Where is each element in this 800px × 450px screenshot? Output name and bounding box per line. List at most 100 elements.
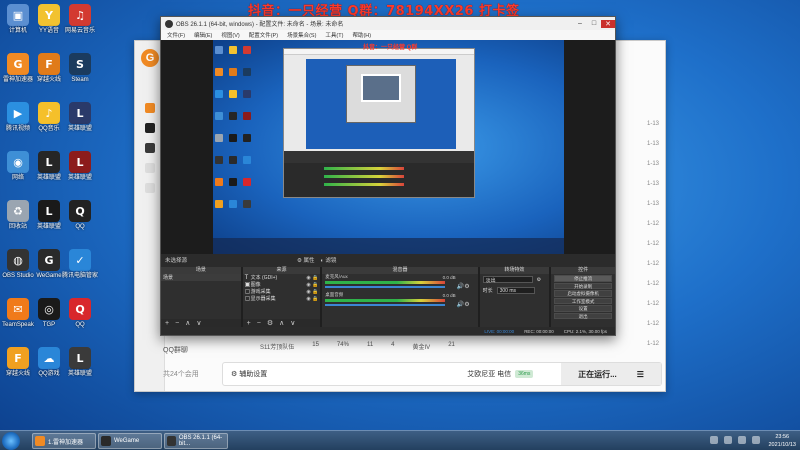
desktop-shortcut[interactable]: Q QQ — [57, 298, 103, 340]
desktop-shortcut[interactable]: ✓ 腾讯电脑管家 — [57, 249, 103, 291]
maximize-button[interactable]: □ — [587, 20, 601, 28]
menu-item[interactable]: 编辑(E) — [194, 31, 212, 39]
nav-item-icon[interactable] — [145, 183, 155, 193]
visibility-lock-icon[interactable]: ◉ 🔒 — [306, 289, 320, 295]
menu-item[interactable]: 工具(T) — [325, 31, 343, 39]
speaker-icon[interactable]: 🔊⚙ — [457, 301, 470, 308]
control-button[interactable]: 停止推流 — [554, 275, 612, 282]
rec-timer: REC: 00:00:00 — [524, 328, 554, 334]
system-tray — [710, 436, 760, 444]
desktop-shortcut[interactable]: L 英雄联盟 — [57, 151, 103, 193]
scenes-title: 场景 — [161, 267, 241, 274]
preview-icon — [215, 46, 223, 54]
shortcut-label: QQ — [75, 224, 85, 230]
volume-slider[interactable] — [325, 304, 446, 306]
nav-game-icon[interactable] — [145, 123, 155, 133]
nav-home-icon[interactable] — [145, 103, 155, 113]
mixer-dock: 混音器 麦克风/Aux 0.0 dB 🔊⚙ 桌面音频 0.0 dB 🔊⚙ — [322, 267, 478, 327]
move-up-button[interactable]: ∧ — [279, 319, 284, 327]
source-item[interactable]: T 文本 (GDI+) ◉ 🔒 — [243, 274, 321, 282]
preview-icon — [229, 156, 237, 164]
clock[interactable]: 23:56 2021/10/13 — [768, 433, 796, 449]
speaker-icon[interactable]: 🔊⚙ — [457, 283, 470, 290]
duration-input[interactable]: 300 ms — [496, 287, 535, 294]
nested-obs-window — [283, 48, 475, 198]
visibility-lock-icon[interactable]: ◉ 🔒 — [306, 282, 320, 288]
history-date: 1-13 — [646, 181, 659, 187]
desktop-shortcut[interactable]: Q QQ — [57, 200, 103, 242]
source-item[interactable]: ▣ 图像 ◉ 🔒 — [243, 281, 321, 289]
preview-icon — [215, 134, 223, 142]
history-date: 1-12 — [646, 281, 659, 287]
menu-icon[interactable]: ☰ — [637, 370, 644, 379]
history-date: 1-12 — [646, 321, 659, 327]
menu-item[interactable]: 场景集合(S) — [287, 31, 316, 39]
transitions-dock: 转场特效 淡出 ⚙ 时长 300 ms — [479, 267, 550, 327]
menu-item[interactable]: 视图(V) — [221, 31, 239, 39]
taskbar-task[interactable]: 1.雷神加速器 — [32, 433, 96, 449]
running-button[interactable]: 正在运行... ☰ — [561, 363, 661, 385]
move-down-button[interactable]: ∨ — [290, 319, 295, 327]
preview-watermark: 抖音：一只经营 Q群 — [363, 45, 418, 51]
mixer-channel: 麦克风/Aux 0.0 dB 🔊⚙ — [322, 274, 477, 292]
history-date: 1-12 — [646, 241, 659, 247]
transition-settings-icon[interactable]: ⚙ — [537, 277, 541, 283]
menu-item[interactable]: 帮助(H) — [352, 31, 371, 39]
visibility-lock-icon[interactable]: ◉ 🔒 — [306, 275, 320, 281]
preview-icon — [243, 90, 251, 98]
move-down-button[interactable]: ∨ — [196, 319, 201, 327]
volume-icon[interactable] — [752, 436, 760, 444]
taskbar-task[interactable]: WeGame — [98, 433, 162, 449]
add-scene-button[interactable]: + — [165, 320, 169, 327]
qq-group-label[interactable]: QQ群聊 — [163, 345, 188, 355]
menu-item[interactable]: 文件(F) — [167, 31, 185, 39]
source-item[interactable]: ▢ 游戏采集 ◉ 🔒 — [243, 288, 321, 296]
controls-list: 停止推流 开始录制 启动虚拟摄像机 工作室模式 设置 退出 — [551, 275, 615, 319]
channel-db: 0.0 dB — [442, 293, 456, 298]
desktop-shortcut[interactable]: S Steam — [57, 53, 103, 95]
tray-icon[interactable] — [724, 436, 732, 444]
network-icon[interactable] — [738, 436, 746, 444]
menu-item[interactable]: 配置文件(P) — [249, 31, 278, 39]
start-button[interactable] — [2, 432, 20, 450]
minimize-button[interactable]: – — [573, 20, 587, 28]
desktop-shortcut[interactable]: L 英雄联盟 — [57, 102, 103, 144]
properties-label: 属性 — [303, 258, 315, 264]
properties-button[interactable]: ⚙ 属性 — [297, 256, 314, 264]
clock-time: 23:56 — [775, 434, 790, 440]
tray-icon[interactable] — [710, 436, 718, 444]
source-item[interactable]: ▢ 显示器采集 ◉ 🔒 — [243, 295, 321, 303]
filters-button[interactable]: ◐ 滤镜 — [321, 256, 337, 264]
scene-item[interactable]: 场景 — [161, 274, 241, 281]
obs-window: OBS 26.1.1 (64-bit, windows) - 配置文件: 未命名… — [160, 16, 616, 336]
move-up-button[interactable]: ∧ — [185, 319, 190, 327]
desktop-shortcut[interactable]: ♫ 网易云音乐 — [57, 4, 103, 46]
assist-settings-link[interactable]: ⚙ 辅助设置 — [231, 369, 267, 379]
taskbar-task[interactable]: OBS 26.1.1 (64-bit... — [164, 433, 228, 449]
preview-icon — [243, 156, 251, 164]
transition-select[interactable]: 淡出 — [482, 276, 533, 284]
control-button[interactable]: 开始录制 — [554, 282, 612, 289]
preview-icon — [215, 200, 223, 208]
control-button[interactable]: 退出 — [554, 312, 612, 319]
visibility-lock-icon[interactable]: ◉ 🔒 — [306, 296, 320, 302]
control-button[interactable]: 启动虚拟摄像机 — [554, 290, 612, 297]
shortcut-label: Steam — [71, 77, 89, 83]
nav-item-icon[interactable] — [145, 163, 155, 173]
obs-preview[interactable]: 抖音：一只经营 Q群 — [161, 40, 615, 254]
shortcut-icon: L — [69, 347, 91, 369]
remove-scene-button[interactable]: − — [175, 320, 179, 327]
source-props-button[interactable]: ⚙ — [267, 319, 273, 327]
control-button[interactable]: 设置 — [554, 305, 612, 312]
preview-canvas[interactable]: 抖音：一只经营 Q群 — [213, 40, 564, 254]
add-source-button[interactable]: + — [247, 320, 251, 327]
history-date: 1-12 — [646, 261, 659, 267]
control-button[interactable]: 工作室模式 — [554, 297, 612, 304]
scene-item-label: 场景 — [163, 275, 174, 281]
preview-icon — [229, 68, 237, 76]
nav-lol-icon[interactable] — [145, 143, 155, 153]
desktop-shortcut[interactable]: L 英雄联盟 — [57, 347, 103, 389]
volume-slider[interactable] — [325, 286, 446, 288]
close-button[interactable]: ✕ — [601, 19, 615, 28]
remove-source-button[interactable]: − — [257, 320, 261, 327]
